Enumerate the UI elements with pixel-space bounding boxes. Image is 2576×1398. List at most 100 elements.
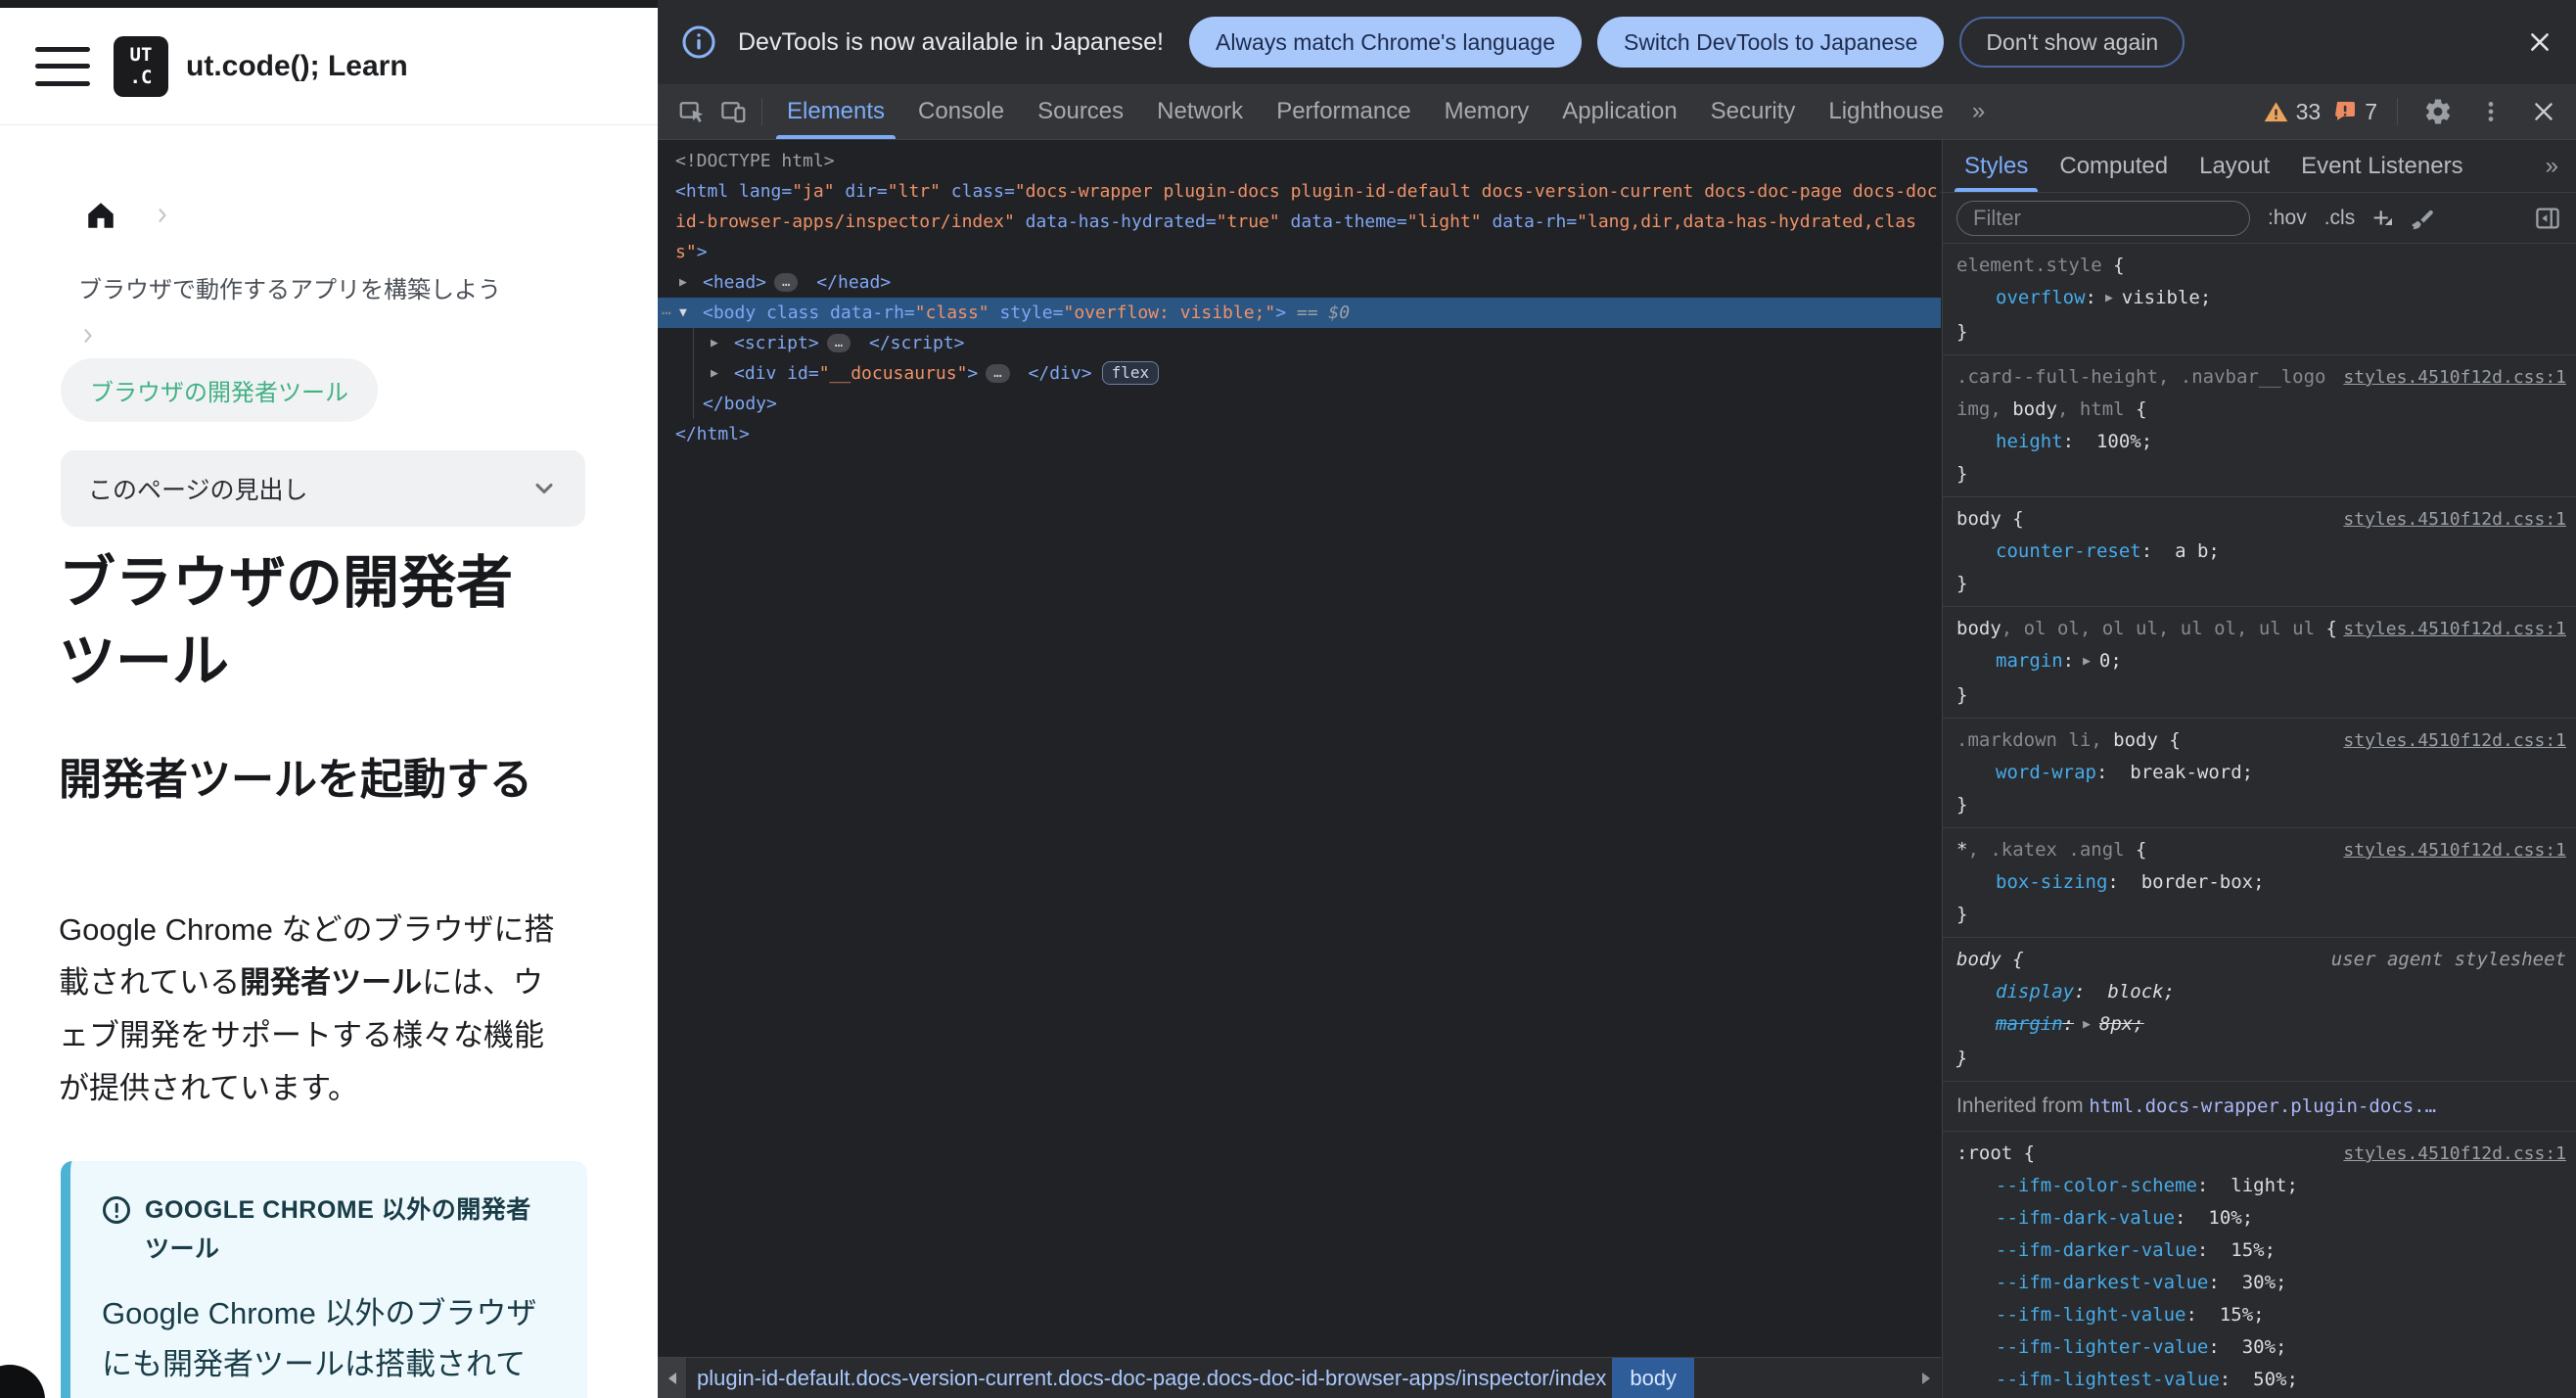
inherited-from-link[interactable]: html.docs-wrapper.plugin-docs.… xyxy=(2089,1095,2436,1117)
tab-sources[interactable]: Sources xyxy=(1021,84,1140,139)
css-property-row[interactable]: word-wrap: break-word; xyxy=(1956,757,2566,789)
css-property-row[interactable]: --ifm-darker-value: 15%; xyxy=(1956,1235,2566,1267)
css-property-row[interactable]: --ifm-lighter-value: 30%; xyxy=(1956,1331,2566,1364)
css-property-row[interactable]: counter-reset: a b; xyxy=(1956,536,2566,568)
expand-arrow-icon[interactable]: ▼ xyxy=(679,298,687,328)
expand-inline-icon[interactable]: … xyxy=(774,273,799,292)
brush-icon[interactable] xyxy=(2407,204,2436,233)
css-property-row[interactable]: --ifm-lightest-value: 50%; xyxy=(1956,1364,2566,1396)
sidebar-tab-layout[interactable]: Layout xyxy=(2184,140,2285,192)
css-property-row[interactable]: --ifm-dark-value: 10%; xyxy=(1956,1202,2566,1235)
breadcrumb-prev-icon[interactable] xyxy=(658,1358,687,1398)
expand-arrow-icon[interactable]: ▶ xyxy=(711,358,718,389)
dom-tree-row[interactable]: </html> xyxy=(658,419,1941,449)
dom-tree-row[interactable]: ▶ <div id="__docusaurus"> … </div> flex xyxy=(658,358,1941,389)
tab-console[interactable]: Console xyxy=(901,84,1021,139)
css-rule[interactable]: user agent stylesheet body {display: bloc… xyxy=(1943,938,2576,1082)
inspect-element-icon[interactable] xyxy=(671,84,713,139)
home-icon[interactable] xyxy=(84,199,117,232)
tab-security[interactable]: Security xyxy=(1694,84,1813,139)
flex-badge[interactable]: flex xyxy=(1101,361,1160,385)
stylesheet-link[interactable]: styles.4510f12d.css:1 xyxy=(2343,361,2566,394)
node-options-icon[interactable]: ⋯ xyxy=(662,298,672,328)
more-tabs-icon[interactable]: » xyxy=(1960,98,1997,125)
devtools-close-icon[interactable] xyxy=(2523,99,2564,124)
css-rule[interactable]: styles.4510f12d.css:1:root {--ifm-color-… xyxy=(1943,1132,2576,1398)
css-property-row[interactable]: --ifm-color-scheme: light; xyxy=(1956,1170,2566,1202)
expand-value-icon[interactable]: ▶ xyxy=(2083,1008,2091,1041)
styles-filter-input[interactable] xyxy=(1956,200,2250,236)
site-title[interactable]: ut.code(); Learn xyxy=(186,50,408,83)
expand-arrow-icon[interactable]: ▶ xyxy=(679,267,687,298)
sidebar-tab-computed[interactable]: Computed xyxy=(2044,140,2184,192)
expand-value-icon[interactable]: ▶ xyxy=(2105,282,2113,314)
css-property-row[interactable]: margin: ▶ 8px; xyxy=(1956,1008,2566,1043)
tab-network[interactable]: Network xyxy=(1140,84,1260,139)
tab-lighthouse[interactable]: Lighthouse xyxy=(1812,84,1959,139)
breadcrumb-next-icon[interactable] xyxy=(1911,1372,1941,1385)
dont-show-again-button[interactable]: Don't show again xyxy=(1959,17,2185,68)
css-rule[interactable]: styles.4510f12d.css:1 .markdown li, body … xyxy=(1943,719,2576,828)
expand-value-icon[interactable]: ▶ xyxy=(2083,645,2091,677)
settings-gear-icon[interactable] xyxy=(2417,97,2459,126)
dom-tree-row[interactable]: </body> xyxy=(658,389,1941,419)
expand-inline-icon[interactable]: … xyxy=(986,364,1010,383)
code-token: <!DOCTYPE html> xyxy=(675,151,835,171)
css-property-row[interactable]: display: block; xyxy=(1956,976,2566,1008)
breadcrumb-html-crumb[interactable]: plugin-id-default.docs-version-current.d… xyxy=(697,1366,1606,1391)
sidebar-tab-styles[interactable]: Styles xyxy=(1949,140,2044,192)
breadcrumb-current-pill[interactable]: ブラウザの開発者ツール xyxy=(61,358,378,422)
dom-tree-row[interactable]: ▶ <script> … </script> xyxy=(658,328,1941,358)
stylesheet-link[interactable]: styles.4510f12d.css:1 xyxy=(2343,724,2566,757)
admonition-title-row: GOOGLE CHROME 以外の開発者ツール xyxy=(102,1190,544,1269)
dom-tree-row[interactable]: s"> xyxy=(658,237,1941,267)
css-rule[interactable]: element.style {overflow: ▶ visible;} xyxy=(1943,244,2576,355)
css-property-row[interactable]: height: 100%; xyxy=(1956,426,2566,458)
expand-inline-icon[interactable]: … xyxy=(826,334,851,352)
toggle-sidebar-icon[interactable] xyxy=(2533,204,2562,233)
stylesheet-link[interactable]: styles.4510f12d.css:1 xyxy=(2343,613,2566,645)
new-style-rule-button[interactable]: + xyxy=(2372,204,2389,232)
stylesheet-link[interactable]: styles.4510f12d.css:1 xyxy=(2343,503,2566,536)
issues-badge[interactable]: 7 xyxy=(2332,99,2377,125)
css-rule[interactable]: styles.4510f12d.css:1 .card--full-height,… xyxy=(1943,355,2576,497)
toggle-hover-state-button[interactable]: :hov xyxy=(2268,207,2307,230)
breadcrumb-selected-crumb[interactable]: body xyxy=(1612,1358,1695,1398)
toggle-class-button[interactable]: .cls xyxy=(2324,207,2356,230)
css-rule[interactable]: styles.4510f12d.css:1 *, .katex .angl {bo… xyxy=(1943,828,2576,938)
css-rule[interactable]: styles.4510f12d.css:1 body, ol ol, ol ul,… xyxy=(1943,607,2576,719)
warnings-badge[interactable]: 33 xyxy=(2263,98,2322,125)
site-logo[interactable]: UT .C xyxy=(114,35,168,97)
stylesheet-link[interactable]: styles.4510f12d.css:1 xyxy=(2343,1138,2566,1170)
css-rule[interactable]: styles.4510f12d.css:1 body {counter-reset… xyxy=(1943,497,2576,607)
dom-tree-row[interactable]: ▶ <head> … </head> xyxy=(658,267,1941,298)
toc-toggle[interactable]: このページの見出し xyxy=(61,450,585,527)
expand-arrow-icon[interactable]: ▶ xyxy=(711,328,718,358)
dom-tree-row[interactable]: id-browser-apps/inspector/index" data-ha… xyxy=(658,207,1941,237)
css-property-row[interactable]: margin: ▶ 0; xyxy=(1956,645,2566,679)
sidebar-more-tabs-icon[interactable]: » xyxy=(2546,153,2570,180)
css-property-row[interactable]: --ifm-light-value: 15%; xyxy=(1956,1299,2566,1331)
notification-close-icon[interactable] xyxy=(2527,29,2553,55)
dom-tree-row[interactable]: <html lang="ja" dir="ltr" class="docs-wr… xyxy=(658,176,1941,207)
floating-button[interactable] xyxy=(0,1365,45,1398)
css-property-row[interactable]: --ifm-darkest-value: 30%; xyxy=(1956,1267,2566,1299)
sidebar-tab-event-listeners[interactable]: Event Listeners xyxy=(2285,140,2478,192)
css-property-name: word-wrap xyxy=(1996,762,2096,783)
css-property-row[interactable]: overflow: ▶ visible; xyxy=(1956,282,2566,316)
kebab-menu-icon[interactable] xyxy=(2470,99,2511,124)
tab-memory[interactable]: Memory xyxy=(1428,84,1546,139)
tab-performance[interactable]: Performance xyxy=(1260,84,1427,139)
dom-tree-row[interactable]: <!DOCTYPE html> xyxy=(658,146,1941,176)
warning-count: 33 xyxy=(2295,98,2322,124)
notification-action-button[interactable]: Switch DevTools to Japanese xyxy=(1596,17,1945,68)
hamburger-menu-button[interactable] xyxy=(35,46,90,86)
tab-elements[interactable]: Elements xyxy=(770,84,901,139)
stylesheet-link[interactable]: styles.4510f12d.css:1 xyxy=(2343,834,2566,866)
css-property-row[interactable]: box-sizing: border-box; xyxy=(1956,866,2566,899)
tab-application[interactable]: Application xyxy=(1545,84,1693,139)
device-toolbar-icon[interactable] xyxy=(713,84,754,139)
dom-tree-row[interactable]: ⋯ ▼ <body class data-rh="class" style="ove… xyxy=(658,298,1941,328)
notification-action-button[interactable]: Always match Chrome's language xyxy=(1188,17,1582,68)
breadcrumb-section-label[interactable]: ブラウザで動作するアプリを構築しよう xyxy=(78,270,501,304)
